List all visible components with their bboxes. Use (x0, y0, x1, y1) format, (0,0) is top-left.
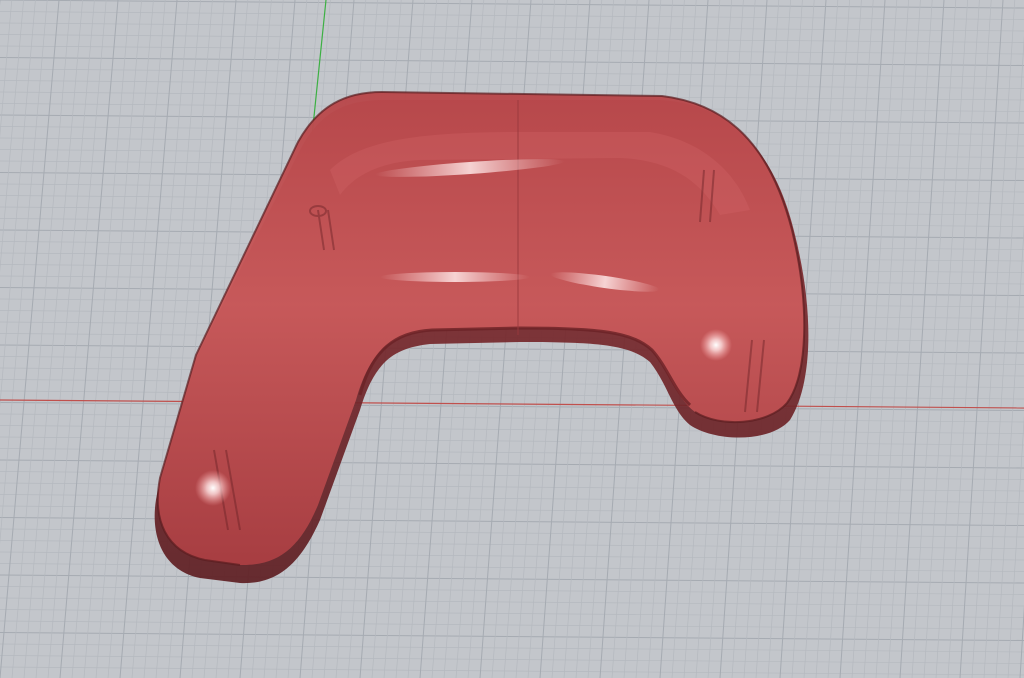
specular-highlight-left (195, 470, 231, 506)
highlight-streak-mid (380, 272, 530, 282)
viewport-canvas[interactable] (0, 0, 1024, 678)
perspective-viewport[interactable] (0, 0, 1024, 678)
specular-highlight-right (700, 329, 732, 361)
